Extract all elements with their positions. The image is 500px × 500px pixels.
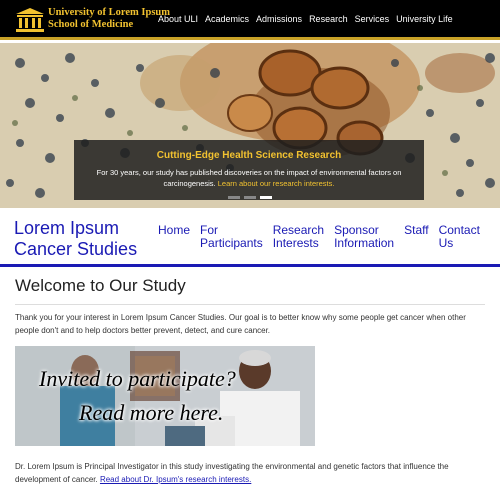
carousel-indicators — [228, 196, 272, 199]
carousel-dot-3[interactable] — [260, 196, 272, 199]
hero-carousel[interactable]: Cutting-Edge Health Science Research For… — [0, 43, 500, 208]
hero-caption-text: For 30 years, our study has published di… — [74, 167, 424, 189]
site-nav-staff[interactable]: Staff — [404, 224, 428, 250]
site-title-line2: Cancer Studies — [14, 239, 138, 259]
banner-subheadline: Read more here. — [79, 400, 224, 425]
site-title-line1: Lorem Ipsum — [14, 218, 120, 238]
top-nav-research[interactable]: Research — [309, 14, 348, 24]
page-title: Welcome to Our Study — [15, 276, 186, 295]
site-title[interactable]: Lorem Ipsum Cancer Studies — [14, 218, 137, 260]
university-name[interactable]: University of Lorem Ipsum School of Medi… — [48, 7, 170, 31]
pi-research-link[interactable]: Read about Dr. Ipsum's research interest… — [100, 475, 251, 484]
site-nav-home[interactable]: Home — [158, 224, 190, 250]
title-divider — [15, 304, 485, 305]
site-nav-participants[interactable]: For Participants — [200, 224, 263, 250]
top-bar: University of Lorem Ipsum School of Medi… — [0, 0, 500, 40]
top-nav-admissions[interactable]: Admissions — [256, 14, 302, 24]
site-navigation: Home For Participants Research Interests… — [158, 224, 480, 250]
university-logo-icon[interactable] — [14, 7, 46, 33]
header-divider — [0, 264, 500, 267]
top-nav-academics[interactable]: Academics — [205, 14, 249, 24]
banner-headline: Invited to participate? — [39, 366, 236, 391]
main-content: Welcome to Our Study — [15, 276, 485, 305]
top-nav-university-life[interactable]: University Life — [396, 14, 453, 24]
site-nav-contact[interactable]: Contact Us — [439, 224, 480, 250]
hero-caption-title: Cutting-Edge Health Science Research — [156, 150, 342, 161]
university-name-line1: University of Lorem Ipsum — [48, 7, 171, 18]
top-nav-about[interactable]: About ULI — [158, 14, 198, 24]
site-nav-sponsor-information[interactable]: Sponsor Information — [334, 224, 394, 250]
pi-paragraph: Dr. Lorem Ipsum is Principal Investigato… — [15, 460, 485, 486]
site-header: Lorem Ipsum Cancer Studies Home For Part… — [0, 208, 500, 265]
participate-banner[interactable]: Invited to participate? Read more here. — [15, 346, 315, 446]
hero-research-link[interactable]: Learn about our research interests. — [218, 179, 335, 188]
site-nav-research-interests[interactable]: Research Interests — [273, 224, 324, 250]
hero-caption: Cutting-Edge Health Science Research For… — [74, 140, 424, 200]
carousel-dot-2[interactable] — [244, 196, 256, 199]
top-navigation: About ULI Academics Admissions Research … — [158, 14, 453, 24]
banner-photo — [15, 346, 315, 446]
intro-paragraph: Thank you for your interest in Lorem Ips… — [15, 313, 466, 335]
university-name-line2: School of Medicine — [48, 19, 134, 30]
carousel-dot-1[interactable] — [228, 196, 240, 199]
top-nav-services[interactable]: Services — [355, 14, 390, 24]
